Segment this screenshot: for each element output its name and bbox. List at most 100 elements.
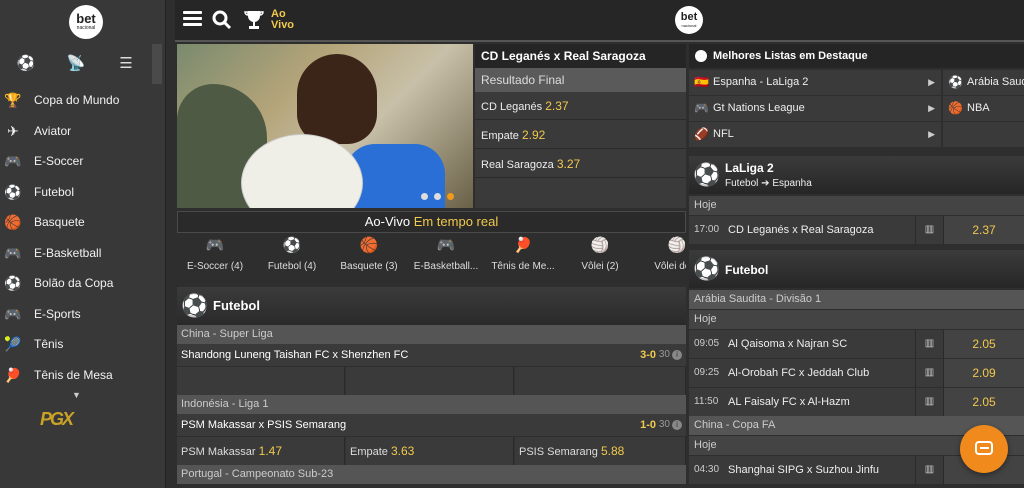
sidebar-item[interactable]: ⚽ Bolão da Copa (0, 268, 152, 298)
odd-button[interactable] (177, 367, 345, 395)
odd-button[interactable]: 2.05 (943, 330, 1024, 358)
odd-value: 2.92 (521, 128, 546, 142)
sidebar-item[interactable]: 🏀 Basquete (0, 207, 152, 237)
chat-button[interactable] (960, 425, 1008, 473)
sport-tab[interactable]: ⚽ Futebol (4) (252, 235, 332, 285)
sport-tab-label: Futebol (4) (267, 261, 317, 272)
stats-icon[interactable]: ▥ (915, 456, 943, 484)
sidebar-item[interactable]: 🎮 E-Sports (0, 299, 152, 329)
header-logo-sub: nacional (681, 23, 697, 28)
carousel-dot[interactable] (421, 193, 428, 200)
sidebar-item-label: E-Soccer (34, 154, 84, 168)
sport-tab[interactable]: 🎮 E-Basketball... (406, 235, 486, 285)
info-icon[interactable]: i (672, 420, 682, 430)
league-header[interactable]: Indonésia - Liga 1 (177, 395, 686, 414)
match-name: PSM Makassar x PSIS Semarang (181, 419, 347, 431)
match-row[interactable]: 09:05 Al Qaisoma x Najran SC ▥ 2.05 (689, 330, 1024, 358)
odd-button[interactable]: 2.09 (943, 359, 1024, 387)
match-time: 04:30 (694, 464, 720, 475)
promo-banner[interactable]: PGX (40, 408, 130, 430)
stats-icon[interactable]: ▥ (915, 216, 943, 244)
hero-odd-draw[interactable]: Empate 2.92 (475, 121, 686, 149)
futebol-header[interactable]: ⚽ Futebol (689, 250, 1024, 288)
trophy-icon[interactable] (243, 9, 265, 31)
odd-button[interactable] (515, 367, 686, 395)
league-header[interactable]: Portugal - Campeonato Sub-23 (177, 465, 686, 484)
sidebar-scrollbar[interactable] (152, 44, 162, 84)
sport-tab[interactable]: 🎮 E-Soccer (4) (177, 235, 255, 285)
match-score: 1-0 (640, 419, 656, 431)
league-header[interactable]: China - Super Liga (177, 325, 686, 344)
sidebar-item[interactable]: 🎮 E-Basketball (0, 238, 152, 268)
match-row[interactable]: 09:25 Al-Orobah FC x Jeddah Club ▥ 2.09 (689, 359, 1024, 387)
info-icon[interactable]: i (672, 350, 682, 360)
hero-match-title[interactable]: CD Leganés x Real Saragoza (475, 44, 686, 68)
featured-item[interactable]: 🇪🇸 Espanha - LaLiga 2 ▶ (689, 70, 941, 95)
odd-button[interactable]: PSIS Semarang 5.88 (515, 437, 686, 465)
sidebar-item[interactable]: 🏓 Tênis de Mesa (0, 360, 152, 390)
chevron-right-icon: ▶ (928, 129, 935, 139)
featured-item[interactable]: 🏀 NBA (943, 96, 1024, 121)
odd-label: Empate (481, 130, 519, 142)
laliga-header[interactable]: ⚽ LaLiga 2 Futebol ➔ Espanha (689, 156, 1024, 194)
gamepad-icon: 🎮 (4, 153, 22, 169)
sidebar-item[interactable]: ✈ Aviator (0, 116, 152, 146)
odd-button[interactable]: 2.05 (943, 388, 1024, 416)
live-match-row[interactable]: Shandong Luneng Taishan FC x Shenzhen FC… (177, 344, 686, 366)
sport-tab[interactable]: 🏀 Basquete (3) (329, 235, 409, 285)
odd-button[interactable]: Empate 3.63 (346, 437, 514, 465)
hero-odd-away[interactable]: Real Saragoza 3.27 (475, 150, 686, 178)
hero-banner[interactable] (177, 44, 473, 208)
odd-value: 2.37 (545, 99, 569, 113)
plane-icon: ✈ (7, 122, 19, 139)
sport-tab-label: E-Basketball... (413, 261, 479, 272)
list-icon[interactable]: ☰ (106, 50, 146, 78)
live-match-row[interactable]: PSM Makassar x PSIS Semarang 1-0 30 i (177, 414, 686, 436)
sport-tab[interactable]: 🏐 Vôlei de P (637, 235, 686, 285)
match-row[interactable]: 11:50 AL Faisaly FC x Al-Hazm ▥ 2.05 (689, 388, 1024, 416)
sidebar-item[interactable]: 🎾 Tênis (0, 329, 152, 359)
odd-button[interactable] (346, 367, 514, 395)
odd-value: 3.27 (556, 157, 581, 171)
carousel-dot-active[interactable] (447, 193, 454, 200)
sidebar-item[interactable]: ⚽ Futebol (0, 177, 152, 207)
tennis-ball-icon: 🎾 (4, 336, 22, 352)
live-link[interactable]: Ao Vivo (271, 9, 294, 31)
carousel-dot[interactable] (434, 193, 441, 200)
match-name: Shandong Luneng Taishan FC x Shenzhen FC (181, 349, 409, 361)
featured-lists-title: Melhores Listas em Destaque (713, 50, 868, 62)
sidebar-item[interactable]: 🎮 E-Soccer (0, 146, 152, 176)
featured-label: Espanha - LaLiga 2 (713, 76, 809, 88)
brand-logo[interactable]: bet nacional (69, 5, 103, 39)
match-score: 3-0 (640, 349, 656, 361)
sidebar-item-label: E-Sports (34, 306, 81, 321)
match-row[interactable]: 17:00 CD Leganés x Real Saragoza ▥ 2.37 (689, 216, 1024, 244)
menu-icon[interactable] (183, 11, 202, 27)
stats-icon[interactable]: ▥ (915, 330, 943, 358)
sport-tab[interactable]: 🏐 Vôlei (2) (560, 235, 640, 285)
featured-item[interactable]: 🎮 Gt Nations League ▶ (689, 96, 941, 121)
header-logo[interactable]: bet nacional (675, 6, 703, 34)
stats-icon[interactable]: ▥ (915, 388, 943, 416)
odd-value: 3.63 (390, 444, 415, 458)
live-signal-icon[interactable]: 📡 (56, 50, 96, 78)
gamepad-icon: 🎮 (205, 237, 225, 254)
league-header[interactable]: Arábia Saudita - Divisão 1 (689, 290, 1024, 309)
sidebar-item[interactable]: 🏆 Copa do Mundo (0, 85, 152, 115)
sport-tab[interactable]: 🏓 Tênis de Me... (483, 235, 563, 285)
odd-button[interactable]: PSM Makassar 1.47 (177, 437, 345, 465)
search-icon[interactable] (212, 10, 232, 30)
hero-odd-home[interactable]: CD Leganés 2.37 (475, 92, 686, 120)
live-strip-highlight: Em tempo real (413, 214, 499, 229)
soccer-ball-icon: ⚽ (282, 237, 302, 254)
chevron-down-icon[interactable]: ▼ (72, 390, 81, 400)
sidebar-item-label: E-Basketball (34, 245, 102, 260)
featured-label: NFL (713, 128, 734, 140)
featured-item[interactable]: ⚽ Arábia Saudita (943, 70, 1024, 95)
stats-icon[interactable]: ▥ (915, 359, 943, 387)
soccer-ball-icon[interactable]: ⚽ (6, 50, 46, 78)
featured-item[interactable]: 🏈 NFL ▶ (689, 122, 941, 147)
competition-title: LaLiga 2 (725, 161, 774, 175)
odd-button[interactable]: 2.37 (943, 216, 1024, 244)
live-strip[interactable]: Ao-Vivo Em tempo real (177, 211, 686, 233)
